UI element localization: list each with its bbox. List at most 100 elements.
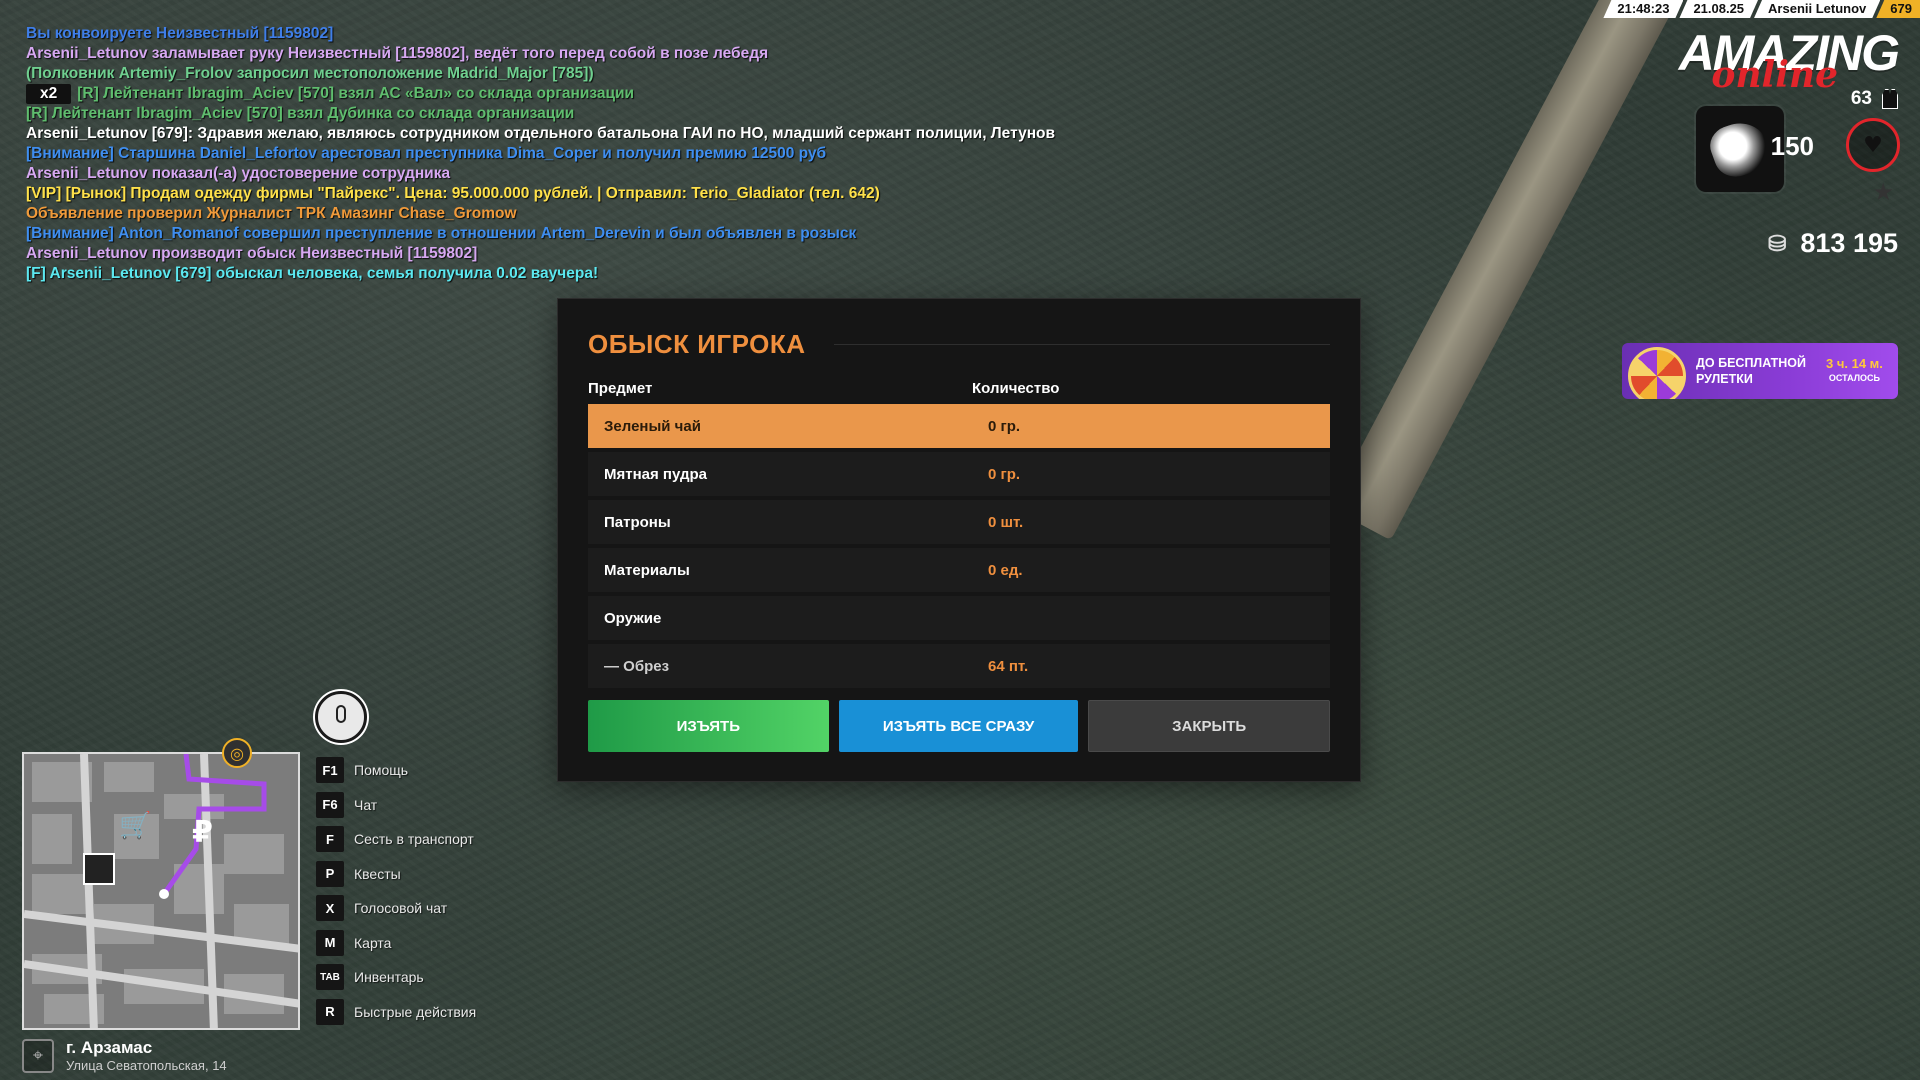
health-value: 150 — [1770, 131, 1814, 161]
item-row[interactable]: — Обрез 64 пт. — [588, 644, 1330, 688]
hotkey-item: TAB Инвентарь — [316, 964, 476, 990]
chat-line: Arsenii_Letunov заламывает руку Неизвест… — [26, 44, 1055, 64]
chat-line-text: [R] Лейтенант Ibragim_Aciev [570] взял Д… — [26, 105, 575, 122]
chat-line: Arsenii_Letunov производит обыск Неизвес… — [26, 244, 1055, 264]
item-quantity: 0 гр. — [988, 465, 1021, 483]
hotkey-key: F1 — [316, 757, 344, 783]
hotkey-key: R — [316, 998, 344, 1025]
avatar-image — [1704, 114, 1776, 184]
chat-line-text: [Внимание] Старшина Daniel_Lefortov арес… — [26, 145, 827, 162]
chat-line: [R] Лейтенант Ibragim_Aciev [570] взял Д… — [26, 104, 1055, 124]
item-name: — Обрез — [604, 657, 670, 675]
confiscate-button[interactable]: ИЗЪЯТЬ — [588, 700, 829, 752]
roulette-timer: 3 ч. 14 м. ОСТАЛОСЬ — [1826, 356, 1883, 386]
hotkey-key: X — [316, 895, 344, 921]
chat-line-text: [Внимание] Anton_Romanof совершил престу… — [26, 225, 857, 242]
hotkey-item: F1 Помощь — [316, 757, 476, 783]
cart-icon: 🛒 — [119, 810, 151, 841]
chat-line-text: (Полковник Artemiy_Frolov запросил место… — [26, 65, 594, 82]
chat-line: (Полковник Artemiy_Frolov запросил место… — [26, 64, 1055, 84]
chat-line-text: Arsenii_Letunov [679]: Здравия желаю, яв… — [26, 125, 1056, 142]
chat-line: Arsenii_Letunov [679]: Здравия желаю, яв… — [26, 124, 1055, 144]
star-icon: ★ — [1872, 178, 1894, 206]
chat-line-text: [VIP] [Рынок] Продам одежду фирмы "Пайре… — [26, 185, 880, 202]
gps-target-icon[interactable]: ◎ — [222, 738, 252, 768]
chat-line: [Внимание] Старшина Daniel_Lefortov арес… — [26, 144, 1055, 164]
item-row[interactable]: Оружие — [588, 596, 1330, 640]
chat-line: Вы конвоируете Неизвестный [1159802] — [26, 24, 1055, 44]
status-bar: 21:48:23 21.08.25 Arsenii Letunov 679 — [1607, 0, 1920, 18]
confiscate-all-button[interactable]: ИЗЪЯТЬ ВСЕ СРАЗУ — [838, 700, 1079, 752]
minimap-drawing: ₽ 🛒 — [24, 754, 298, 1028]
minimap[interactable]: ₽ 🛒 — [22, 752, 300, 1030]
item-quantity: 0 ед. — [988, 561, 1023, 579]
column-header-quantity: Количество — [972, 380, 1060, 397]
roulette-title: ДО БЕСПЛАТНОЙ РУЛЕТКИ — [1696, 356, 1806, 386]
item-row[interactable]: Зеленый чай 0 гр. — [588, 404, 1330, 448]
title-divider — [833, 344, 1330, 345]
logo-sub-text: online — [1711, 54, 1838, 96]
vest-icon — [1882, 89, 1898, 109]
hotkey-label: Карта — [354, 934, 392, 951]
hotkey-item: F Сесть в транспорт — [316, 826, 476, 852]
item-row[interactable]: Мятная пудра 0 гр. — [588, 452, 1330, 496]
chat-line: Arsenii_Letunov показал(-а) удостоверени… — [26, 164, 1055, 184]
item-name: Оружие — [604, 609, 662, 627]
microphone-icon[interactable] — [315, 691, 367, 743]
item-row[interactable]: Патроны 0 шт. — [588, 500, 1330, 544]
item-name: Материалы — [604, 561, 690, 579]
hotkey-item: R Быстрые действия — [316, 998, 477, 1025]
chat-line-text: Объявление проверил Журналист ТРК Амазин… — [26, 205, 517, 222]
item-quantity: 64 пт. — [988, 657, 1029, 675]
ruble-icon: ₽ — [192, 815, 213, 850]
player-search-dialog: ОБЫСК ИГРОКА Предмет Количество Зеленый … — [557, 298, 1361, 782]
chat-line: [Внимание] Anton_Romanof совершил престу… — [26, 224, 1055, 244]
status-date: 21.08.25 — [1679, 0, 1758, 18]
chat-line-text: [F] Arsenii_Letunov [679] обыскал челове… — [26, 265, 599, 282]
hotkey-item: M Карта — [316, 929, 476, 956]
roulette-wheel-icon — [1628, 347, 1686, 399]
hotkey-key: F — [316, 826, 344, 852]
hotkey-key: P — [316, 860, 344, 887]
chat-repeat-badge: x2 — [26, 84, 72, 104]
column-header-item: Предмет — [588, 380, 653, 397]
dialog-title: ОБЫСК ИГРОКА — [588, 329, 806, 359]
chat-line: [F] Arsenii_Letunov [679] обыскал челове… — [26, 264, 1055, 284]
money-indicator: ⛁ 813 195 — [1768, 228, 1898, 259]
hotkey-key: M — [316, 929, 344, 956]
coins-icon: ⛁ — [1767, 230, 1787, 256]
chat-line-text: [R] Лейтенант Ibragim_Aciev [570] взял А… — [77, 85, 635, 102]
heart-icon: ♥ — [1846, 118, 1900, 172]
chat-line-text: Arsenii_Letunov производит обыск Неизвес… — [26, 245, 478, 262]
roulette-time-left-label: ОСТАЛОСЬ — [1828, 373, 1881, 383]
free-roulette-banner[interactable]: ДО БЕСПЛАТНОЙ РУЛЕТКИ 3 ч. 14 м. ОСТАЛОС… — [1622, 343, 1898, 399]
hotkey-list: F1 Помощь F6 Чат F Сесть в транспорт P Квесты X Г… — [316, 757, 477, 1034]
item-name: Патроны — [604, 513, 671, 531]
armor-indicator: 63 — [1851, 88, 1898, 110]
hotkey-label: Голосовой чат — [354, 900, 448, 916]
hotkey-item: P Квесты — [316, 860, 476, 887]
item-row[interactable]: Материалы 0 ед. — [588, 548, 1330, 592]
hotkey-label: Быстрые действия — [354, 1003, 477, 1020]
roulette-time-value: 3 ч. 14 м. — [1826, 356, 1883, 371]
close-button[interactable]: ЗАКРЫТЬ — [1088, 700, 1330, 752]
money-value: 813 195 — [1800, 228, 1898, 258]
chat-line-text: Arsenii_Letunov заламывает руку Неизвест… — [26, 45, 769, 62]
location-city: г. Арзамас — [66, 1038, 153, 1057]
hotkey-item: X Голосовой чат — [316, 895, 476, 921]
item-name: Зеленый чай — [604, 417, 701, 435]
status-time: 21:48:23 — [1603, 0, 1683, 18]
hotkey-label: Квесты — [354, 865, 401, 882]
map-pin-icon: ⌖ — [22, 1038, 54, 1073]
chat-line-text: Arsenii_Letunov показал(-а) удостоверени… — [26, 165, 451, 182]
status-player-name: Arsenii Letunov — [1754, 0, 1880, 18]
chat-line: Объявление проверил Журналист ТРК Амазин… — [26, 204, 1055, 224]
chat-log: Вы конвоируете Неизвестный [1159802] Arse… — [26, 24, 1055, 284]
chat-line: x2 [R] Лейтенант Ibragim_Aciev [570] взял… — [26, 84, 1055, 104]
item-quantity: 0 шт. — [988, 513, 1024, 531]
armor-value: 63 — [1850, 88, 1872, 109]
hotkey-key: TAB — [316, 964, 344, 990]
dialog-buttons: ИЗЪЯТЬ ИЗЪЯТЬ ВСЕ СРАЗУ ЗАКРЫТЬ — [588, 700, 1330, 752]
location-street: Улица Севатопольская, 14 — [66, 1058, 227, 1073]
hotkey-key: F6 — [316, 791, 344, 818]
